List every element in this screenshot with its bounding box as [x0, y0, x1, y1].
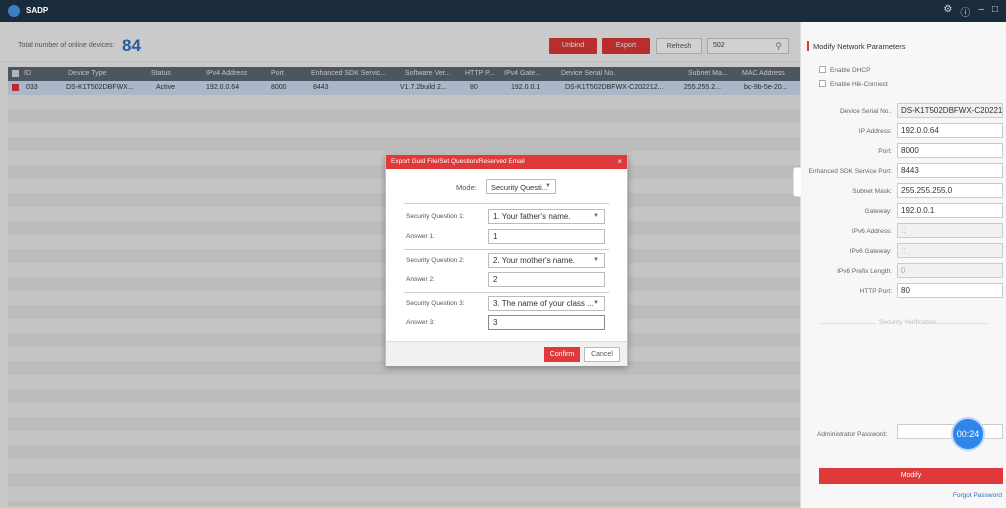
question-2-value: 2. Your mother's name.: [493, 256, 576, 265]
subnet-mask-input[interactable]: 255.255.255.0: [897, 183, 1003, 198]
mode-select[interactable]: Security Questi... ▼: [486, 179, 556, 194]
question-1-select[interactable]: 1. Your father's name. ▼: [488, 209, 605, 224]
recording-timer: 00:24: [951, 417, 985, 451]
divider: [404, 203, 609, 204]
network-parameters-panel: Modify Network Parameters Enable DHCP En…: [793, 22, 1006, 508]
answer-2-label: Answer 2:: [406, 276, 435, 283]
panel-title-marker: [807, 41, 809, 51]
answer-2-value: 2: [493, 275, 498, 284]
admin-password-label: Administrator Password:: [817, 431, 888, 438]
enhanced-sdk-port-label: Enhanced SDK Service Port:: [808, 168, 892, 175]
panel-collapse-handle[interactable]: [793, 167, 801, 197]
enable-hik-connect-label: Enable Hik-Connect: [830, 81, 888, 88]
http-port-input[interactable]: 80: [897, 283, 1003, 298]
mode-value: Security Questi...: [491, 183, 549, 192]
divider: [821, 323, 875, 324]
close-icon[interactable]: ×: [617, 157, 622, 166]
divider: [404, 249, 609, 250]
answer-1-value: 1: [493, 232, 498, 241]
answer-1-label: Answer 1:: [406, 233, 435, 240]
security-verification-label: Security Verification: [879, 319, 937, 326]
ipv6-gateway-label: IPv6 Gateway:: [849, 248, 892, 255]
cancel-button[interactable]: Cancel: [584, 347, 620, 362]
title-bar: SADP ⚙ ⓘ – □: [0, 0, 1006, 22]
question-2-label: Security Question 2:: [406, 257, 465, 264]
sadp-logo-icon: [8, 5, 20, 17]
http-port-label: HTTP Port:: [859, 288, 892, 295]
question-2-select[interactable]: 2. Your mother's name. ▼: [488, 253, 605, 268]
admin-password-input[interactable]: [897, 424, 1003, 439]
forgot-password-link[interactable]: Forgot Password: [953, 492, 1002, 499]
question-3-label: Security Question 3:: [406, 300, 465, 307]
question-3-value: 3. The name of your class ...: [493, 299, 594, 308]
ipv6-prefix-label: IPv6 Prefix Length:: [837, 268, 892, 275]
chevron-down-icon: ▼: [593, 300, 599, 306]
checkbox-icon: [819, 66, 826, 73]
gateway-label: Gateway:: [864, 208, 892, 215]
port-label: Port:: [878, 148, 892, 155]
confirm-button[interactable]: Confirm: [544, 347, 580, 362]
divider: [931, 323, 987, 324]
answer-3-input[interactable]: 3: [488, 315, 605, 330]
chevron-down-icon: ▼: [593, 257, 599, 263]
serial-field: DS-K1T502DBFWX-C20221: [897, 103, 1003, 118]
chevron-down-icon: ▼: [545, 183, 551, 189]
question-1-label: Security Question 1:: [406, 213, 465, 220]
answer-1-input[interactable]: 1: [488, 229, 605, 244]
chevron-down-icon: ▼: [593, 213, 599, 219]
enable-dhcp-label: Enable DHCP: [830, 67, 871, 74]
app-title: SADP: [26, 6, 49, 15]
divider: [404, 292, 609, 293]
checkbox-icon: [819, 80, 826, 87]
mode-label: Mode:: [456, 183, 477, 192]
enable-dhcp-checkbox[interactable]: Enable DHCP: [819, 66, 870, 74]
gear-icon[interactable]: ⚙: [943, 4, 952, 19]
minimize-icon[interactable]: –: [978, 4, 984, 19]
maximize-icon[interactable]: □: [992, 4, 998, 19]
dialog-header: Export Guid File/Set Question/Reserved E…: [386, 155, 627, 169]
info-icon[interactable]: ⓘ: [960, 4, 970, 19]
ip-address-label: IP Address:: [858, 128, 892, 135]
ipv6-address-input[interactable]: ::: [897, 223, 1003, 238]
dialog-title: Export Guid File/Set Question/Reserved E…: [391, 158, 525, 165]
answer-2-input[interactable]: 2: [488, 272, 605, 287]
answer-3-value: 3: [493, 318, 498, 327]
question-3-select[interactable]: 3. The name of your class ... ▼: [488, 296, 605, 311]
enhanced-sdk-port-input[interactable]: 8443: [897, 163, 1003, 178]
modify-button[interactable]: Modify: [819, 468, 1003, 484]
security-question-dialog: Export Guid File/Set Question/Reserved E…: [385, 154, 628, 366]
answer-3-label: Answer 3:: [406, 319, 435, 326]
subnet-mask-label: Subnet Mask:: [852, 188, 892, 195]
ipv6-gateway-input[interactable]: ::: [897, 243, 1003, 258]
window-controls: ⚙ ⓘ – □: [943, 4, 998, 19]
port-input[interactable]: 8000: [897, 143, 1003, 158]
ip-address-input[interactable]: 192.0.0.64: [897, 123, 1003, 138]
dialog-footer: Confirm Cancel: [386, 341, 627, 366]
ipv6-prefix-input[interactable]: 0: [897, 263, 1003, 278]
enable-hik-connect-checkbox[interactable]: Enable Hik-Connect: [819, 80, 888, 88]
serial-label: Device Serial No.:: [839, 108, 892, 115]
gateway-input[interactable]: 192.0.0.1: [897, 203, 1003, 218]
ipv6-address-label: IPv6 Address:: [851, 228, 892, 235]
question-1-value: 1. Your father's name.: [493, 212, 571, 221]
panel-title: Modify Network Parameters: [813, 42, 906, 51]
